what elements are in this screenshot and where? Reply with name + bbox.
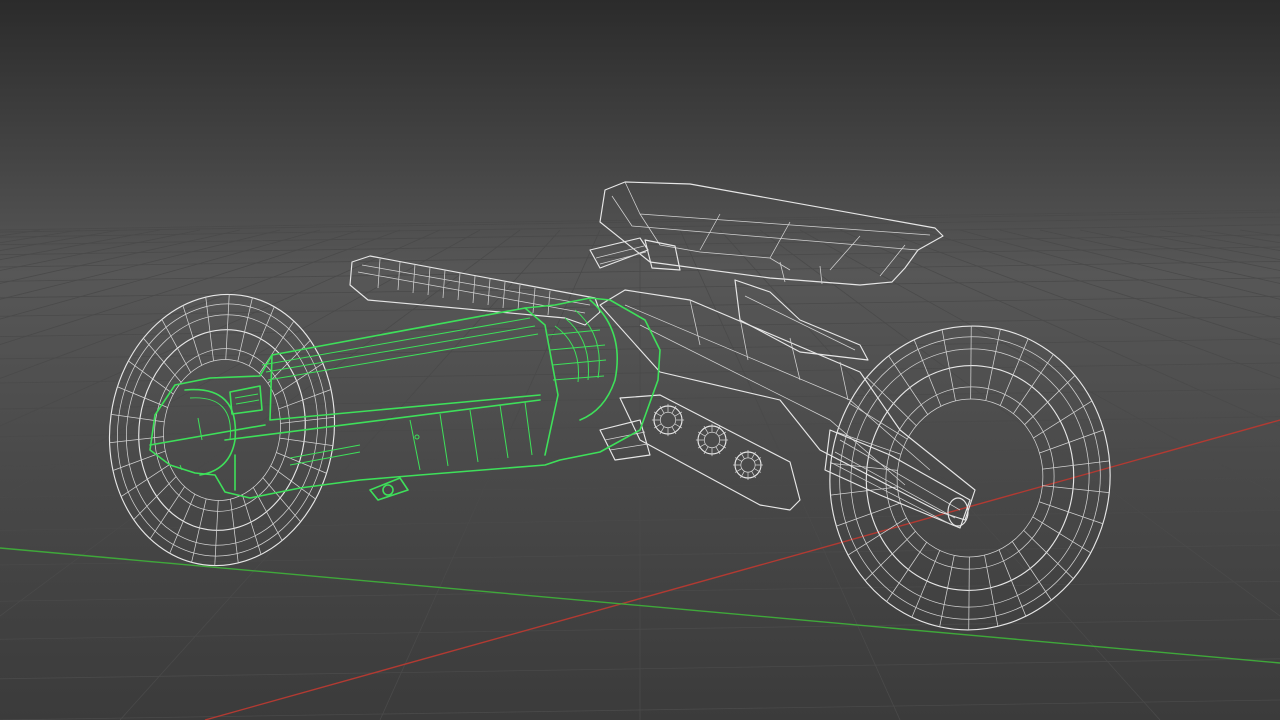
grid-line <box>0 229 281 300</box>
grid-line <box>0 229 441 427</box>
grid-line <box>999 229 1280 300</box>
grid-line <box>959 229 1280 320</box>
rear-wheel[interactable] <box>92 280 352 581</box>
viewport-canvas[interactable] <box>0 0 1280 720</box>
grid-line <box>839 229 1280 427</box>
engine-gears[interactable] <box>599 394 801 511</box>
front-fork[interactable] <box>599 279 976 529</box>
grid-line <box>0 229 321 320</box>
grid-line <box>0 229 201 271</box>
grid-line <box>1239 229 1280 237</box>
grid-line <box>0 229 161 261</box>
grid-line <box>1159 229 1280 251</box>
grid-line <box>0 229 41 237</box>
grid-line <box>0 229 521 617</box>
grid-line <box>1039 229 1280 284</box>
selected-body-fairing[interactable] <box>149 297 661 501</box>
grid-line <box>679 229 901 720</box>
grid-line <box>799 229 1280 498</box>
viewport[interactable] <box>0 0 1280 720</box>
grid-line <box>0 229 361 345</box>
grid-line <box>0 229 121 251</box>
x-axis-line <box>204 419 1280 720</box>
grid-line <box>0 211 1280 233</box>
ground-grid <box>0 209 1280 720</box>
grid-line <box>1119 229 1280 261</box>
